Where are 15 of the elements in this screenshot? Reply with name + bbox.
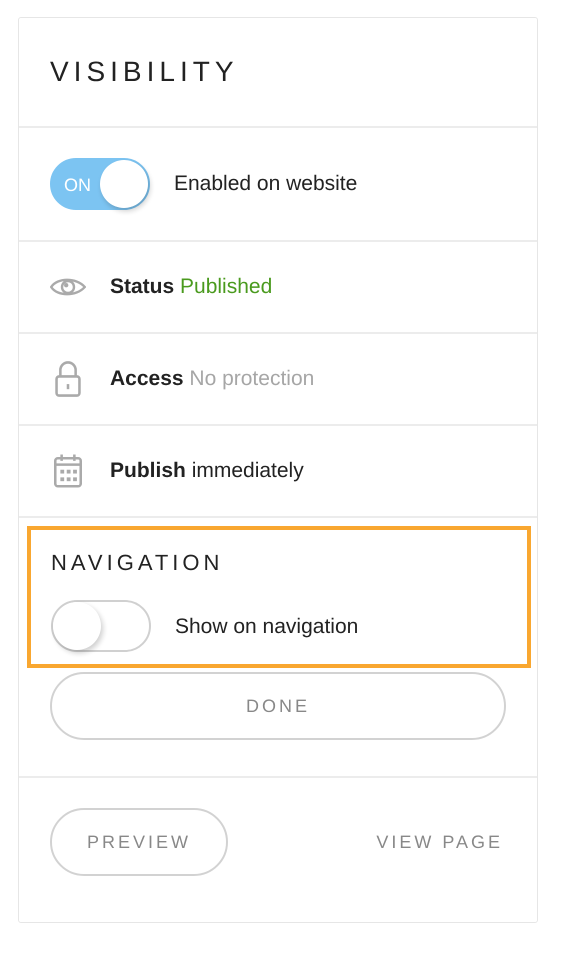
toggle-label: Enabled on website [174, 171, 358, 198]
toggle-state-label: ON [64, 174, 91, 197]
preview-button[interactable]: PREVIEW [50, 808, 228, 876]
done-button[interactable]: DONE [50, 672, 506, 740]
panel-title: VISIBILITY [50, 55, 238, 89]
setting-text: Access No protection [110, 366, 314, 392]
setting-text: Status Published [110, 274, 272, 300]
section-title: NAVIGATION [51, 550, 224, 576]
eye-icon [50, 277, 86, 297]
view-page-link[interactable]: VIEW PAGE [376, 828, 503, 856]
padlock-icon [54, 361, 82, 397]
setting-text: Publish immediately [110, 458, 304, 484]
calendar-icon [54, 453, 82, 489]
toggle-switch[interactable]: ON [50, 158, 150, 210]
toggle-label: Show on navigation [175, 614, 358, 640]
